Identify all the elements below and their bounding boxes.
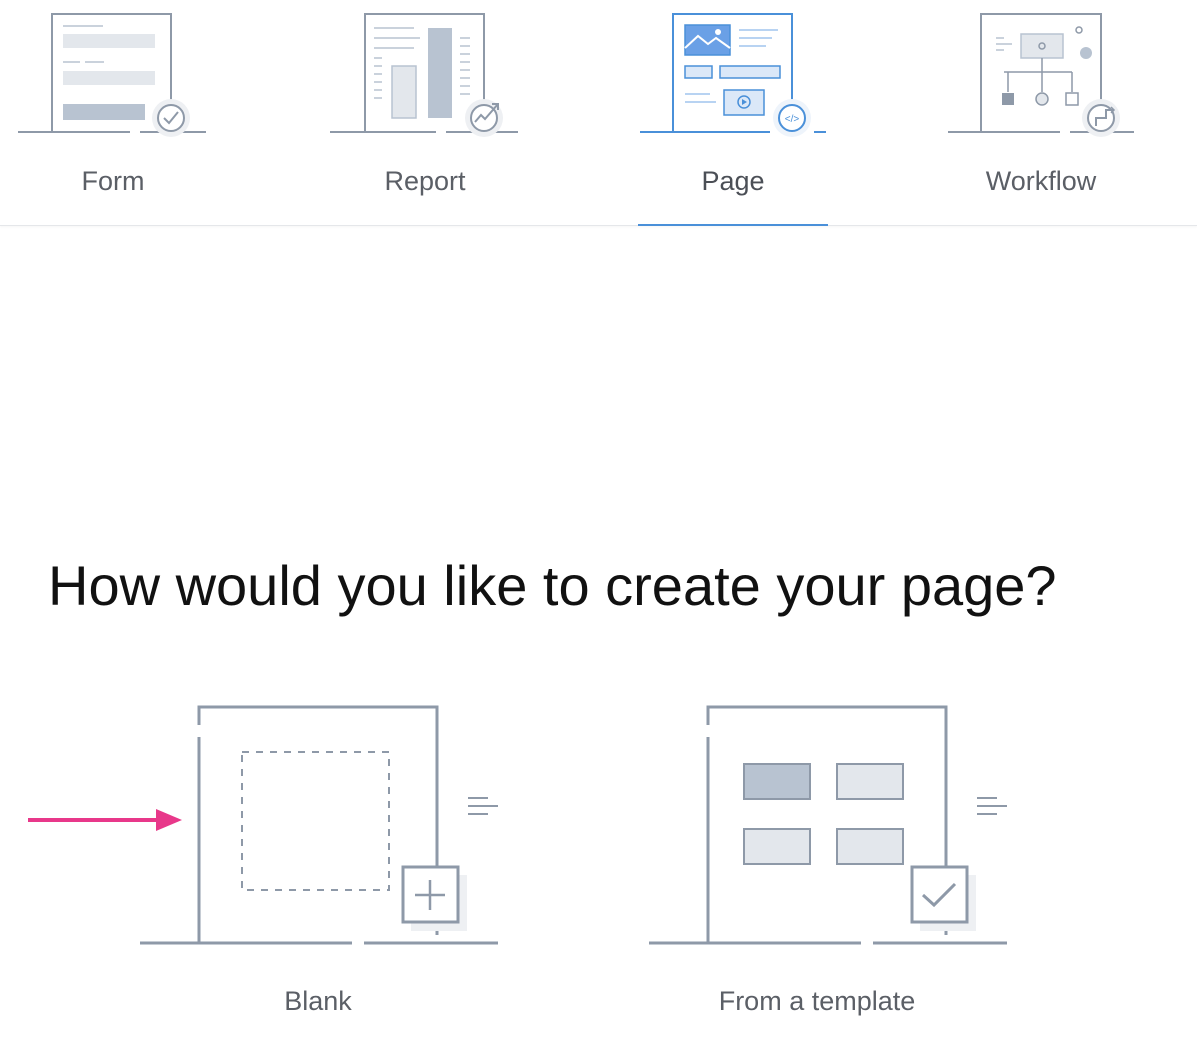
tab-report-label: Report bbox=[384, 166, 466, 196]
page-question-heading: How would you like to create your page? bbox=[48, 554, 1057, 617]
svg-text:</>: </> bbox=[785, 114, 800, 125]
tab-form[interactable]: Form bbox=[18, 0, 208, 225]
report-illustration-icon bbox=[330, 13, 518, 137]
form-illustration-icon bbox=[18, 13, 206, 137]
template-page-icon bbox=[649, 705, 1007, 945]
active-tab-indicator bbox=[638, 224, 828, 226]
blank-option[interactable]: Blank bbox=[138, 690, 518, 1020]
template-option-label: From a template bbox=[718, 986, 916, 1016]
template-option[interactable]: From a template bbox=[647, 690, 1027, 1020]
tab-form-label: Form bbox=[81, 166, 145, 196]
tab-page-label: Page bbox=[701, 166, 765, 196]
tab-workflow[interactable]: Workflow bbox=[946, 0, 1136, 225]
workflow-illustration-icon bbox=[948, 13, 1134, 137]
tab-page[interactable]: </> Page bbox=[638, 0, 828, 226]
tab-workflow-label: Workflow bbox=[985, 166, 1097, 196]
blank-option-label: Blank bbox=[284, 986, 352, 1016]
page-illustration-icon: </> bbox=[640, 13, 826, 137]
module-tabs: Form Report </> Page Workflow bbox=[0, 0, 1197, 226]
blank-page-icon bbox=[140, 705, 498, 945]
tab-report[interactable]: Report bbox=[330, 0, 520, 225]
